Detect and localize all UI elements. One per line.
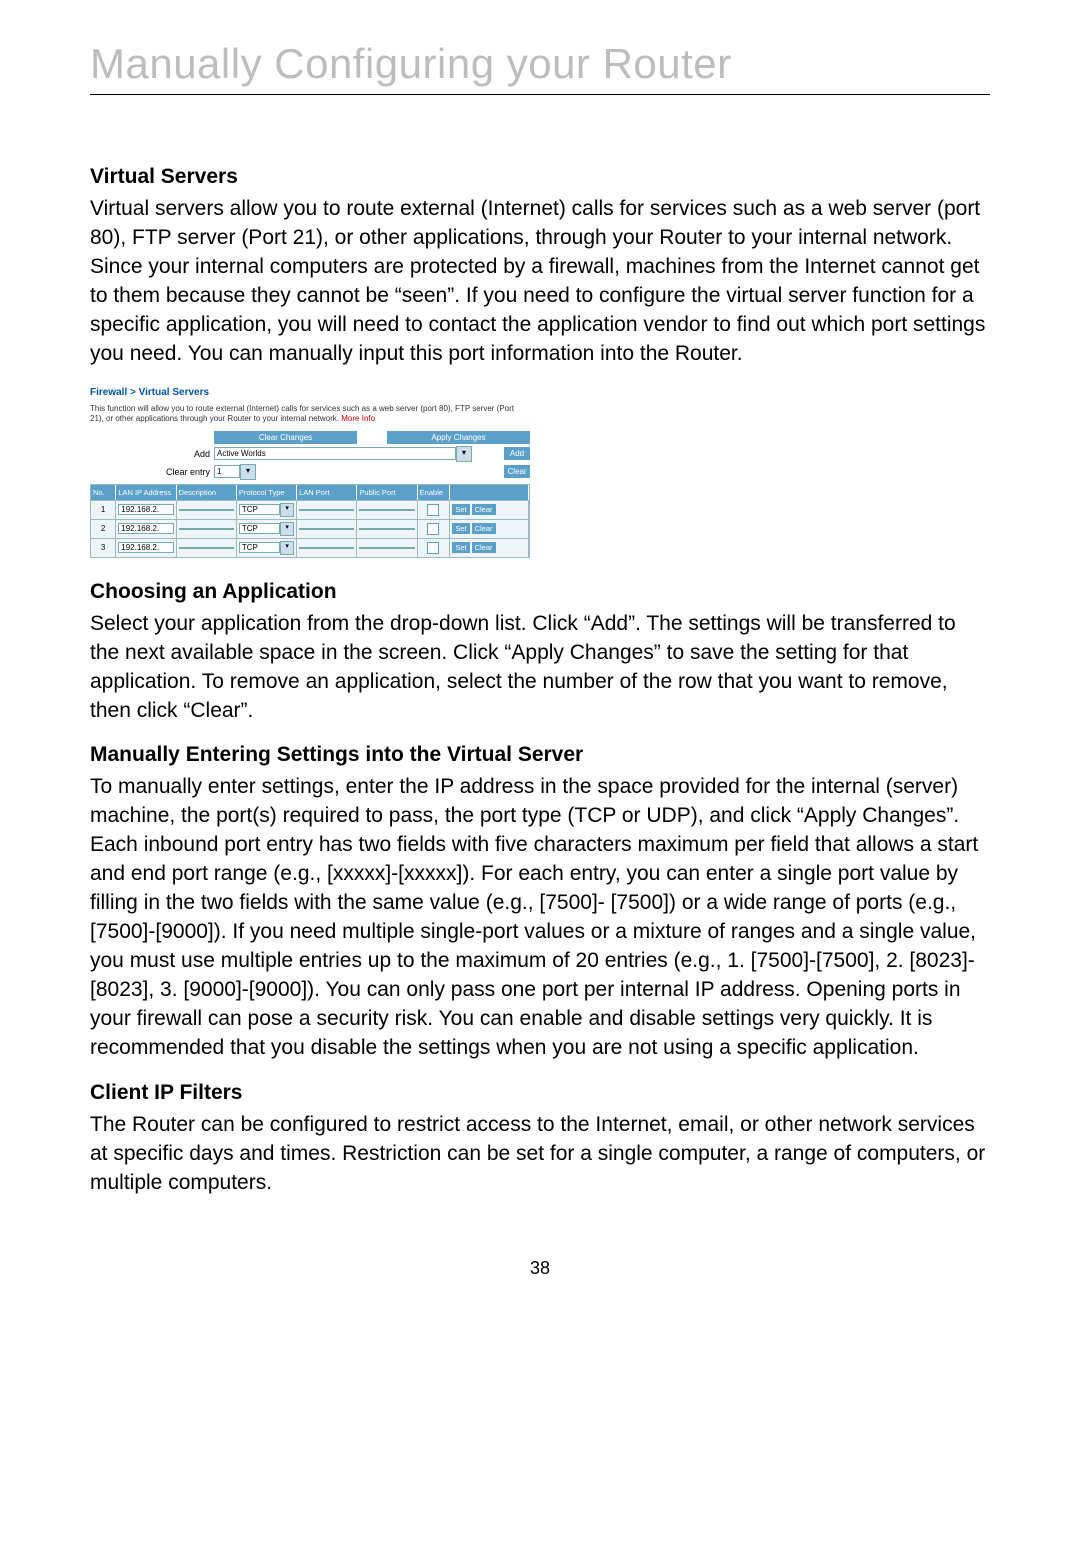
heading-client-ip-filters: Client IP Filters [90, 1081, 990, 1105]
set-button[interactable]: Set [452, 504, 469, 515]
description-input[interactable] [179, 509, 234, 511]
col-pub: Public Port [357, 485, 417, 500]
col-prot: Protocol Type [237, 485, 297, 500]
col-desc: Description [177, 485, 237, 500]
paragraph-client-ip-filters: The Router can be configured to restrict… [90, 1111, 990, 1198]
table-row: 1 192.168.2. TCP▾ Set Clear [91, 500, 529, 519]
clear-button[interactable]: Clear [504, 465, 530, 478]
public-port-input[interactable] [359, 528, 414, 530]
lan-ip-input[interactable]: 192.168.2. [118, 523, 173, 534]
clear-entry-label: Clear entry [90, 467, 214, 477]
col-lan: LAN Port [297, 485, 357, 500]
router-description: This function will allow you to route ex… [90, 404, 530, 425]
enable-checkbox[interactable] [427, 504, 439, 516]
lan-port-input[interactable] [299, 547, 354, 549]
protocol-select[interactable]: TCP [239, 542, 280, 553]
set-button[interactable]: Set [452, 523, 469, 534]
breadcrumb: Firewall > Virtual Servers [90, 387, 530, 398]
virtual-servers-table: No. LAN IP Address Description Protocol … [90, 484, 530, 558]
protocol-select[interactable]: TCP [239, 523, 280, 534]
enable-checkbox[interactable] [427, 542, 439, 554]
row-number: 3 [91, 538, 116, 557]
clear-row-button[interactable]: Clear [472, 504, 496, 515]
set-button[interactable]: Set [452, 542, 469, 553]
clear-row-button[interactable]: Clear [472, 523, 496, 534]
paragraph-manual-entry: To manually enter settings, enter the IP… [90, 773, 990, 1063]
paragraph-virtual-servers: Virtual servers allow you to route exter… [90, 195, 990, 369]
public-port-input[interactable] [359, 509, 414, 511]
page-title: Manually Configuring your Router [90, 40, 990, 95]
col-no: No. [91, 485, 116, 500]
router-ui-screenshot: Firewall > Virtual Servers This function… [90, 387, 530, 558]
heading-virtual-servers: Virtual Servers [90, 165, 990, 189]
heading-choosing-application: Choosing an Application [90, 580, 990, 604]
page-number: 38 [90, 1258, 990, 1279]
paragraph-choosing-application: Select your application from the drop-do… [90, 610, 990, 726]
lan-port-input[interactable] [299, 528, 354, 530]
chevron-down-icon[interactable]: ▾ [280, 522, 294, 536]
chevron-down-icon[interactable]: ▾ [240, 464, 256, 480]
description-input[interactable] [179, 528, 234, 530]
apply-changes-button[interactable]: Apply Changes [387, 431, 530, 444]
col-en: Enable [418, 485, 451, 500]
table-row: 3 192.168.2. TCP▾ Set Clear [91, 538, 529, 557]
public-port-input[interactable] [359, 547, 414, 549]
clear-changes-button[interactable]: Clear Changes [214, 431, 357, 444]
heading-manual-entry: Manually Entering Settings into the Virt… [90, 743, 990, 767]
col-actions [450, 485, 529, 500]
row-number: 2 [91, 519, 116, 538]
enable-checkbox[interactable] [427, 523, 439, 535]
add-application-select[interactable]: Active Worlds [214, 447, 456, 460]
table-row: 2 192.168.2. TCP▾ Set Clear [91, 519, 529, 538]
clear-row-button[interactable]: Clear [472, 542, 496, 553]
more-info-link[interactable]: More Info [341, 414, 375, 423]
lan-ip-input[interactable]: 192.168.2. [118, 504, 173, 515]
description-input[interactable] [179, 547, 234, 549]
clear-entry-select[interactable]: 1 [214, 465, 240, 478]
lan-port-input[interactable] [299, 509, 354, 511]
chevron-down-icon[interactable]: ▾ [280, 541, 294, 555]
lan-ip-input[interactable]: 192.168.2. [118, 542, 173, 553]
add-button[interactable]: Add [504, 447, 530, 460]
chevron-down-icon[interactable]: ▾ [280, 503, 294, 517]
row-number: 1 [91, 500, 116, 519]
chevron-down-icon[interactable]: ▾ [456, 446, 472, 462]
col-ip: LAN IP Address [116, 485, 176, 500]
add-label: Add [90, 449, 214, 459]
protocol-select[interactable]: TCP [239, 504, 280, 515]
